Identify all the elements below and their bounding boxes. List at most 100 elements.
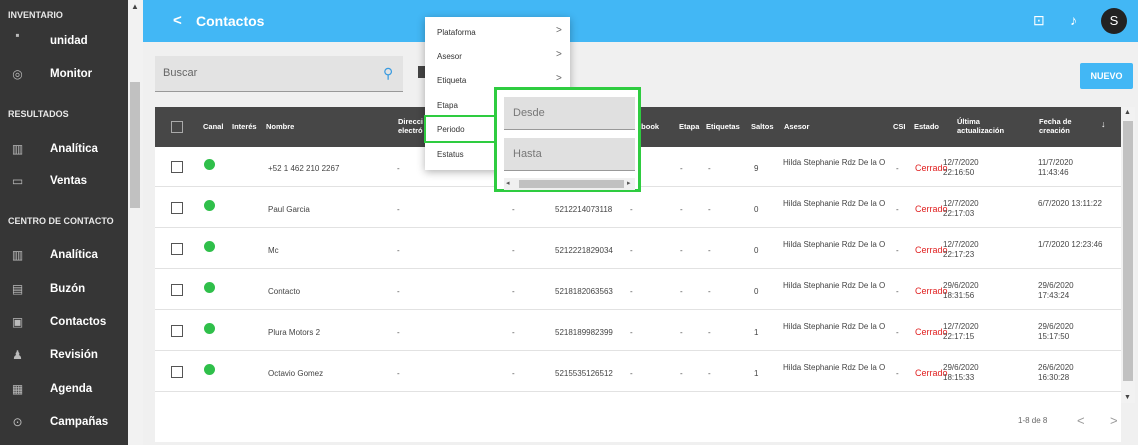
scroll-up-icon[interactable]: ▲ bbox=[131, 2, 139, 11]
cell-nombre[interactable]: Octavio Gomez bbox=[268, 369, 323, 378]
hasta-field[interactable]: Hasta bbox=[504, 138, 635, 171]
sidebar-item-monitor[interactable]: ◎ Monitor bbox=[0, 60, 128, 90]
sidebar-item-label: Revisión bbox=[50, 349, 98, 361]
col-etapa[interactable]: Etapa bbox=[679, 122, 699, 131]
table-row[interactable]: Plura Motors 2 - - 5218189982399 - - - 1 Hilda S… bbox=[155, 311, 1121, 351]
col-csi[interactable]: CSI bbox=[893, 122, 906, 131]
scroll-right-icon[interactable]: ▸ bbox=[627, 179, 631, 187]
col-saltos[interactable]: Saltos bbox=[751, 122, 774, 131]
sidebar-item-agenda[interactable]: ▦ Agenda bbox=[0, 375, 128, 405]
upd-time: 22:17:15 bbox=[943, 332, 975, 341]
sidebar-item-label: Analítica bbox=[50, 143, 98, 155]
cell-telefono: 5212214073118 bbox=[555, 205, 613, 214]
cell-fecha-creacion: 11/7/2020 11:43:46 bbox=[1038, 158, 1073, 178]
scrollbar-thumb[interactable] bbox=[519, 180, 624, 188]
cell-etiquetas: - bbox=[708, 246, 711, 255]
table-row[interactable]: Mc - - 5212221829034 - - - 0 Hilda Stephanie Rdz… bbox=[155, 229, 1121, 269]
scroll-up-icon[interactable]: ▲ bbox=[1124, 109, 1131, 116]
row-checkbox[interactable] bbox=[171, 243, 183, 255]
col-fecha-creacion[interactable]: Fecha de creación bbox=[1039, 117, 1072, 135]
row-checkbox[interactable] bbox=[171, 161, 183, 173]
back-button[interactable]: < bbox=[173, 12, 182, 29]
cell-asesor: Hilda Stephanie Rdz De la O bbox=[783, 158, 886, 167]
cell-etiquetas: - bbox=[708, 328, 711, 337]
col-etiquetas[interactable]: Etiquetas bbox=[706, 122, 740, 131]
table-row[interactable]: Contacto - - 5218182063563 - - - 0 Hilda Stephan… bbox=[155, 270, 1121, 310]
sidebar-item-label: Campañas bbox=[50, 416, 109, 428]
col-direccion-line1: Direcci bbox=[398, 117, 424, 126]
cell-nombre[interactable]: Contacto bbox=[268, 287, 300, 296]
row-checkbox[interactable] bbox=[171, 325, 183, 337]
sidebar-item-analitica-contacto[interactable]: ▥ Analítica bbox=[0, 241, 128, 271]
cell-fecha-creacion: 6/7/2020 13:11:22 bbox=[1038, 199, 1102, 209]
bell-icon[interactable]: ♪ bbox=[1070, 12, 1077, 28]
cell-etiquetas: - bbox=[708, 205, 711, 214]
sidebar-item-buzon[interactable]: ▤ Buzón bbox=[0, 275, 128, 305]
table-scrollbar[interactable]: ▲ ▼ bbox=[1121, 107, 1135, 403]
menu-item-plataforma[interactable]: Plataforma > bbox=[425, 20, 570, 44]
cell-fecha-creacion: 29/6/2020 15:17:50 bbox=[1038, 322, 1074, 342]
sidebar-item-contactos[interactable]: ▣ Contactos bbox=[0, 308, 128, 338]
campaign-icon: ⊙ bbox=[12, 415, 23, 429]
sidebar-item-revision[interactable]: ♟ Revisión bbox=[0, 341, 128, 371]
cell-telefono: 5212221829034 bbox=[555, 246, 613, 255]
row-checkbox[interactable] bbox=[171, 366, 183, 378]
sort-arrow-icon[interactable]: ↓ bbox=[1101, 120, 1106, 129]
sidebar-scrollbar[interactable]: ▲ bbox=[128, 0, 143, 445]
cell-etapa: - bbox=[680, 328, 683, 337]
col-nombre[interactable]: Nombre bbox=[266, 122, 294, 131]
menu-item-asesor[interactable]: Asesor > bbox=[425, 44, 570, 68]
sidebar-item-ventas[interactable]: ▭ Ventas bbox=[0, 167, 128, 197]
upd-date: 12/7/2020 bbox=[943, 322, 979, 331]
cre-time: 17:43:24 bbox=[1038, 291, 1070, 300]
upd-date: 12/7/2020 bbox=[943, 158, 979, 167]
search-input[interactable]: Buscar ⚲ bbox=[155, 56, 403, 92]
prev-page-button[interactable]: < bbox=[1077, 413, 1085, 428]
sidebar-item-campanas[interactable]: ⊙ Campañas bbox=[0, 408, 128, 438]
cell-tel-dash: - bbox=[512, 369, 515, 378]
cell-nombre[interactable]: Plura Motors 2 bbox=[268, 328, 320, 337]
page-title: Contactos bbox=[196, 13, 265, 29]
cell-csi: - bbox=[896, 328, 899, 337]
submenu-hscrollbar[interactable]: ◂ ▸ bbox=[504, 178, 635, 190]
col-ultima-actualizacion[interactable]: Última actualización bbox=[957, 117, 1004, 135]
table-row[interactable]: Octavio Gomez - - 5215535126512 - - - 1 Hilda St… bbox=[155, 352, 1121, 392]
avatar[interactable]: S bbox=[1101, 8, 1127, 34]
scroll-down-icon[interactable]: ▼ bbox=[1124, 394, 1131, 401]
col-interes[interactable]: Interés bbox=[232, 122, 257, 131]
row-checkbox[interactable] bbox=[171, 284, 183, 296]
row-checkbox[interactable] bbox=[171, 202, 183, 214]
cell-tel-dash: - bbox=[512, 205, 515, 214]
cell-nombre[interactable]: Paul Garcia bbox=[268, 205, 310, 214]
cell-ultima-actualizacion: 12/7/2020 22:16:50 bbox=[943, 158, 979, 178]
analytics-icon: ▥ bbox=[11, 142, 24, 156]
cell-saltos: 1 bbox=[754, 328, 759, 337]
cell-csi: - bbox=[896, 287, 899, 296]
scroll-left-icon[interactable]: ◂ bbox=[506, 179, 510, 187]
download-icon[interactable]: ⊡ bbox=[1033, 12, 1045, 29]
select-all-checkbox[interactable] bbox=[171, 121, 183, 133]
cell-nombre[interactable]: Mc bbox=[268, 246, 279, 255]
pagination-info: 1-8 de 8 bbox=[1018, 416, 1048, 425]
cell-nombre[interactable]: +52 1 462 210 2267 bbox=[268, 164, 339, 173]
col-estado[interactable]: Estado bbox=[914, 122, 939, 131]
cell-direccion: - bbox=[397, 369, 400, 378]
sidebar-item-unidad[interactable]: ▪ unidad bbox=[0, 25, 128, 55]
desde-field[interactable]: Desde bbox=[504, 97, 635, 130]
section-inventario: INVENTARIO bbox=[8, 10, 63, 20]
sidebar-item-analitica-resultados[interactable]: ▥ Analítica bbox=[0, 135, 128, 165]
cell-facebook: - bbox=[630, 287, 633, 296]
table-row[interactable]: Paul Garcia - - 5212214073118 - - - 0 Hilda Step… bbox=[155, 188, 1121, 228]
upd-time: 22:17:23 bbox=[943, 250, 975, 259]
col-asesor[interactable]: Asesor bbox=[784, 122, 809, 131]
scrollbar-thumb[interactable] bbox=[1123, 121, 1133, 381]
search-icon[interactable]: ⚲ bbox=[383, 65, 393, 82]
col-canal[interactable]: Canal bbox=[203, 122, 223, 131]
cre-time: 11:43:46 bbox=[1038, 168, 1069, 177]
col-direccion[interactable]: Direcci electró bbox=[398, 117, 423, 135]
scrollbar-thumb[interactable] bbox=[130, 82, 140, 208]
cell-facebook: - bbox=[630, 328, 633, 337]
new-button[interactable]: NUEVO bbox=[1080, 63, 1133, 89]
next-page-button[interactable]: > bbox=[1110, 413, 1118, 428]
desde-placeholder: Desde bbox=[513, 107, 545, 119]
